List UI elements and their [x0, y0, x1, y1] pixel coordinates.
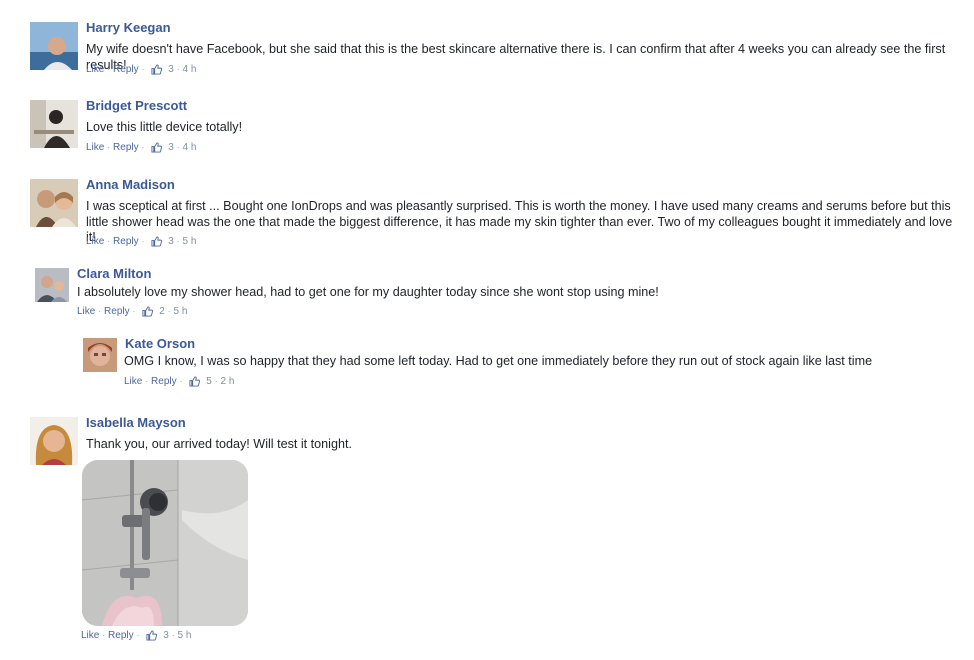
reply-link[interactable]: Reply — [104, 306, 130, 317]
avatar-photo-icon — [30, 179, 78, 227]
attached-photo[interactable] — [82, 460, 248, 626]
thumbs-up-icon — [142, 306, 154, 317]
comment-time: 5 h — [177, 630, 192, 641]
separator-dot: · — [214, 377, 218, 386]
comment-time: 5 h — [182, 236, 197, 247]
avatar-photo-icon — [30, 417, 78, 465]
commenter-name[interactable]: Clara Milton — [77, 266, 151, 281]
like-link[interactable]: Like — [86, 142, 104, 153]
separator-dot: · — [145, 377, 149, 386]
commenter-name[interactable]: Anna Madison — [86, 177, 175, 192]
like-count: 3 — [163, 630, 169, 641]
like-link[interactable]: Like — [77, 306, 95, 317]
reply-link[interactable]: Reply — [113, 64, 139, 75]
separator-dot: · — [102, 631, 106, 640]
comment-actions: Like · Reply · 5 · 2 h — [124, 376, 234, 387]
avatar-photo-icon — [83, 338, 117, 372]
reply-link[interactable]: Reply — [108, 630, 134, 641]
comment-text: Thank you, our arrived today! Will test … — [86, 437, 352, 451]
separator-dot: · — [136, 631, 140, 640]
like-count: 5 — [206, 376, 212, 387]
comment-text: I was sceptical at first ... Bought one … — [86, 199, 953, 244]
separator-dot: · — [176, 143, 180, 152]
like-count: 3 — [168, 236, 174, 247]
separator-dot: · — [107, 237, 111, 246]
comment-time: 4 h — [182, 64, 197, 75]
comment-actions: Like · Reply · 2 · 5 h — [77, 306, 187, 317]
like-count: 3 — [168, 142, 174, 153]
reply-link[interactable]: Reply — [113, 142, 139, 153]
comment-actions: Like · Reply · 3 · 4 h — [86, 142, 196, 153]
commenter-name[interactable]: Kate Orson — [125, 336, 195, 351]
avatar[interactable] — [35, 268, 69, 302]
separator-dot: · — [141, 237, 145, 246]
thumbs-up-icon — [151, 142, 163, 153]
reply-link[interactable]: Reply — [113, 236, 139, 247]
commenter-name[interactable]: Isabella Mayson — [86, 415, 186, 430]
separator-dot: · — [98, 307, 102, 316]
comment-actions: Like · Reply · 3 · 5 h — [81, 630, 191, 641]
separator-dot: · — [179, 377, 183, 386]
like-link[interactable]: Like — [124, 376, 142, 387]
comment-text: Love this little device totally! — [86, 120, 243, 134]
comment-time: 2 h — [220, 376, 235, 387]
avatar-photo-icon — [30, 100, 78, 148]
avatar[interactable] — [30, 179, 78, 227]
like-link[interactable]: Like — [86, 64, 104, 75]
comment-actions: Like · Reply · 3 · 4 h — [86, 64, 196, 75]
thumbs-up-icon — [146, 630, 158, 641]
reply-link[interactable]: Reply — [151, 376, 177, 387]
thumbs-up-icon — [151, 64, 163, 75]
comment-time: 5 h — [173, 306, 188, 317]
separator-dot: · — [176, 237, 180, 246]
comment-text: OMG I know, I was so happy that they had… — [124, 354, 873, 368]
commenter-name[interactable]: Harry Keegan — [86, 20, 171, 35]
avatar-photo-icon — [30, 22, 78, 70]
like-link[interactable]: Like — [81, 630, 99, 641]
avatar[interactable] — [30, 22, 78, 70]
like-count: 3 — [168, 64, 174, 75]
separator-dot: · — [141, 143, 145, 152]
like-link[interactable]: Like — [86, 236, 104, 247]
separator-dot: · — [171, 631, 175, 640]
separator-dot: · — [107, 143, 111, 152]
comment-actions: Like · Reply · 3 · 5 h — [86, 236, 196, 247]
avatar[interactable] — [30, 417, 78, 465]
avatar[interactable] — [30, 100, 78, 148]
thumbs-up-icon — [189, 376, 201, 387]
commenter-name[interactable]: Bridget Prescott — [86, 98, 187, 113]
comment-text: My wife doesn't have Facebook, but she s… — [86, 42, 946, 72]
thumbs-up-icon — [151, 236, 163, 247]
avatar-photo-icon — [35, 268, 69, 302]
separator-dot: · — [141, 65, 145, 74]
shower-head-photo-icon — [82, 460, 248, 626]
comment-time: 4 h — [182, 142, 197, 153]
separator-dot: · — [176, 65, 180, 74]
comment-text: I absolutely love my shower head, had to… — [77, 285, 659, 299]
separator-dot: · — [167, 307, 171, 316]
separator-dot: · — [107, 65, 111, 74]
like-count: 2 — [159, 306, 165, 317]
separator-dot: · — [132, 307, 136, 316]
avatar[interactable] — [83, 338, 117, 372]
